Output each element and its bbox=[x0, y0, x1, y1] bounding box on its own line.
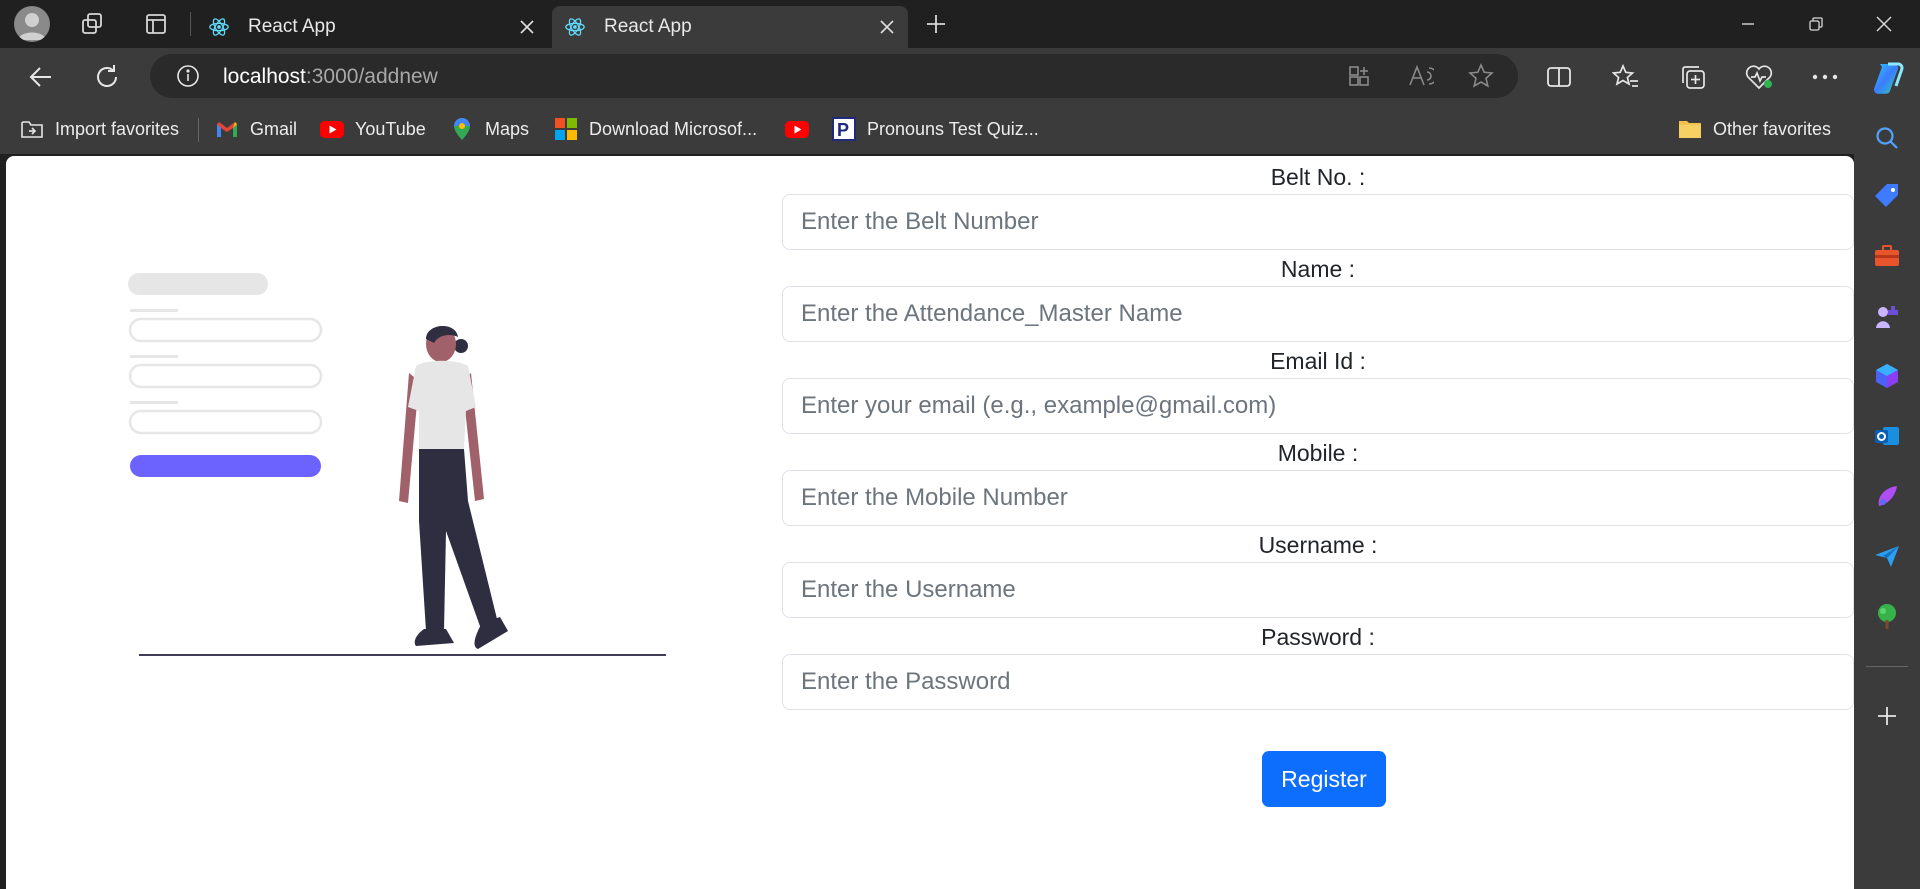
split-screen-icon[interactable] bbox=[1542, 60, 1576, 94]
close-tab-icon[interactable] bbox=[872, 12, 902, 42]
tab-react-app-2[interactable]: React App bbox=[552, 6, 908, 48]
illustration-button bbox=[130, 455, 321, 477]
favorite-star-icon[interactable] bbox=[1466, 61, 1496, 91]
refresh-icon[interactable] bbox=[88, 58, 126, 96]
url-text: localhost:3000/addnew bbox=[223, 65, 438, 89]
favorite-maps[interactable]: Maps bbox=[450, 115, 529, 143]
collections-icon[interactable] bbox=[1676, 60, 1710, 94]
favorite-label: Gmail bbox=[250, 118, 298, 139]
games-icon[interactable] bbox=[1871, 300, 1903, 332]
youtube-icon bbox=[785, 117, 809, 141]
address-bar[interactable]: localhost:3000/addnew bbox=[150, 54, 1518, 98]
favorites-bar: Import favorites Gmail YouTube Maps Down… bbox=[0, 104, 1920, 154]
browser-essentials-icon[interactable] bbox=[1742, 60, 1776, 94]
svg-text:P: P bbox=[837, 120, 849, 140]
register-button[interactable]: Register bbox=[1262, 751, 1386, 807]
back-icon[interactable] bbox=[22, 58, 60, 96]
register-form: Belt No. : Name : Email Id : Mobile : Us… bbox=[782, 156, 1854, 807]
favorite-label: Pronouns Test Quiz... bbox=[867, 118, 1039, 139]
tab-separator bbox=[190, 12, 191, 36]
close-window-icon[interactable] bbox=[1860, 4, 1908, 44]
react-icon bbox=[565, 18, 585, 36]
read-aloud-icon[interactable] bbox=[1406, 61, 1436, 91]
tab-title: React App bbox=[604, 16, 692, 37]
page-content: Belt No. : Name : Email Id : Mobile : Us… bbox=[6, 156, 1854, 889]
tab-actions-icon[interactable] bbox=[140, 8, 172, 40]
favorite-gmail[interactable]: Gmail bbox=[215, 115, 297, 143]
favorites-separator bbox=[198, 118, 199, 142]
tools-icon[interactable] bbox=[1871, 240, 1903, 272]
person-figure bbox=[399, 325, 508, 649]
tree-icon[interactable] bbox=[1871, 600, 1903, 632]
profile-avatar[interactable] bbox=[14, 6, 50, 42]
other-favorites[interactable]: Other favorites bbox=[1678, 115, 1831, 143]
tab-strip: React App React App bbox=[0, 0, 1920, 48]
mobile-group: Mobile : bbox=[782, 436, 1854, 528]
favorite-youtube-2[interactable] bbox=[785, 115, 820, 143]
more-options-icon[interactable] bbox=[1808, 60, 1842, 94]
url-host: localhost bbox=[223, 65, 306, 88]
tab-react-app-1[interactable]: React App bbox=[196, 6, 548, 48]
microsoft-icon bbox=[554, 117, 578, 141]
favorites-icon[interactable] bbox=[1609, 60, 1643, 94]
email-input[interactable] bbox=[782, 378, 1854, 434]
username-label: Username : bbox=[1258, 532, 1378, 558]
tab-title: React App bbox=[248, 16, 336, 37]
belt-number-label: Belt No. : bbox=[1270, 164, 1366, 190]
designer-icon[interactable] bbox=[1871, 480, 1903, 512]
shopping-tag-icon[interactable] bbox=[1871, 180, 1903, 212]
workspaces-icon[interactable] bbox=[76, 8, 108, 40]
new-tab-icon[interactable] bbox=[920, 8, 952, 40]
restore-icon[interactable] bbox=[1792, 4, 1840, 44]
belt-number-group: Belt No. : bbox=[782, 160, 1854, 252]
site-info-icon[interactable] bbox=[173, 61, 203, 91]
import-icon bbox=[20, 117, 44, 141]
favorite-label: Download Microsof... bbox=[589, 118, 758, 139]
name-label: Name : bbox=[1280, 256, 1356, 282]
url-path: :3000/addnew bbox=[305, 65, 438, 88]
favorite-label: Maps bbox=[485, 118, 530, 139]
password-group: Password : bbox=[782, 620, 1854, 712]
person-icon bbox=[18, 13, 46, 40]
youtube-icon bbox=[320, 117, 344, 141]
outlook-icon[interactable] bbox=[1871, 420, 1903, 452]
favorite-label: YouTube bbox=[355, 118, 426, 139]
close-tab-icon[interactable] bbox=[512, 12, 542, 42]
navigation-toolbar: localhost:3000/addnew bbox=[0, 48, 1920, 104]
sidebar-separator bbox=[1866, 666, 1908, 667]
email-group: Email Id : bbox=[782, 344, 1854, 436]
favorite-youtube[interactable]: YouTube bbox=[320, 115, 426, 143]
edge-sidebar bbox=[1854, 104, 1920, 889]
react-icon bbox=[209, 18, 229, 36]
add-icon[interactable] bbox=[1871, 700, 1903, 732]
maps-icon bbox=[450, 117, 474, 141]
illustration-title-bar bbox=[128, 273, 268, 295]
belt-number-input[interactable] bbox=[782, 194, 1854, 250]
username-group: Username : bbox=[782, 528, 1854, 620]
favorite-download-microsoft[interactable]: Download Microsof... bbox=[554, 115, 757, 143]
gmail-icon bbox=[215, 117, 239, 141]
folder-icon bbox=[1678, 117, 1702, 141]
favorite-label: Other favorites bbox=[1713, 118, 1832, 139]
favorite-pronouns-quiz[interactable]: P Pronouns Test Quiz... bbox=[832, 115, 1039, 143]
password-input[interactable] bbox=[782, 654, 1854, 710]
username-input[interactable] bbox=[782, 562, 1854, 618]
search-icon[interactable] bbox=[1871, 122, 1903, 154]
signup-illustration bbox=[128, 273, 666, 656]
copilot-icon[interactable] bbox=[1868, 58, 1908, 98]
name-input[interactable] bbox=[782, 286, 1854, 342]
email-label: Email Id : bbox=[1270, 348, 1366, 374]
minimize-icon[interactable] bbox=[1724, 4, 1772, 44]
mobile-input[interactable] bbox=[782, 470, 1854, 526]
pronouns-icon: P bbox=[832, 117, 856, 141]
favorite-import[interactable]: Import favorites bbox=[20, 115, 179, 143]
send-icon[interactable] bbox=[1871, 540, 1903, 572]
app-available-icon[interactable] bbox=[1344, 61, 1374, 91]
name-group: Name : bbox=[782, 252, 1854, 344]
password-label: Password : bbox=[1261, 624, 1375, 650]
mobile-label: Mobile : bbox=[1277, 440, 1359, 466]
microsoft-365-icon[interactable] bbox=[1871, 360, 1903, 392]
favorite-label: Import favorites bbox=[55, 118, 180, 139]
